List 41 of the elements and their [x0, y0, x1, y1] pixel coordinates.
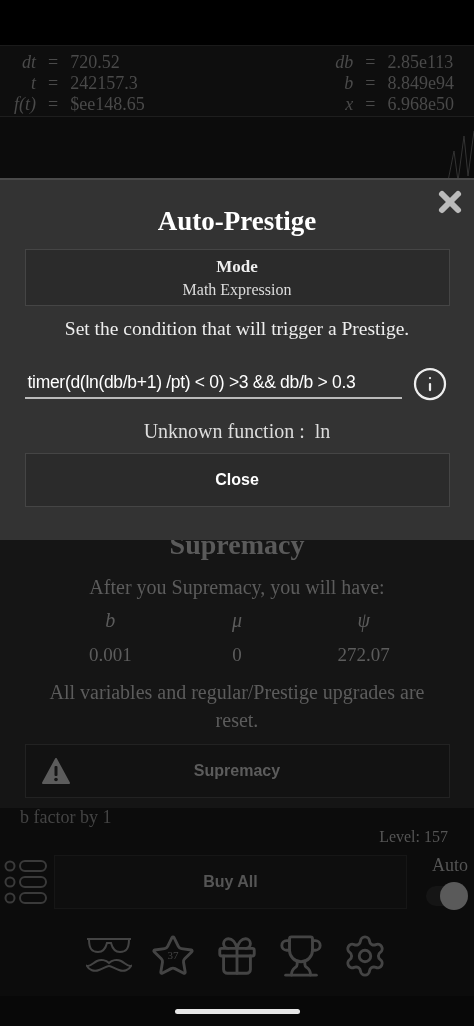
expression-field[interactable]: timer(d(ln(db/b+1) /pt) < 0) >3 && db/b > 0.3 — [24, 369, 402, 399]
info-icon[interactable] — [411, 366, 448, 402]
variable-symbol: f(t) — [14, 94, 36, 115]
variable-value: 2.85e113 — [387, 52, 454, 73]
list-icon[interactable] — [4, 859, 48, 905]
dialog-title: Auto-Prestige — [157, 206, 317, 237]
nav-button[interactable] — [277, 932, 325, 980]
equals-sign: = — [365, 73, 376, 94]
variable-value: 242157.3 — [70, 73, 139, 94]
variable-value: 8.849e94 — [387, 73, 454, 94]
supremacy-intro: After you Supremacy, you will have: — [89, 575, 385, 601]
auto-label: Auto — [432, 854, 468, 876]
mode-selector[interactable]: Mode Math Expression — [24, 249, 450, 306]
variable-value: $ee148.65 — [70, 94, 145, 115]
variable-symbol: b — [105, 609, 116, 632]
warning-icon — [41, 758, 70, 784]
equals-sign: = — [48, 94, 59, 115]
variable-symbol: db — [335, 52, 354, 73]
error-message: Unknown function : ln — [143, 420, 331, 443]
variable-symbol: x — [344, 94, 354, 115]
variable-value: 720.52 — [70, 52, 121, 73]
reset-note: All variables and regular/Prestige upgrades are reset. — [48, 680, 426, 733]
variable-symbol: μ — [231, 609, 242, 632]
equals-sign: = — [365, 52, 376, 73]
equals-sign: = — [48, 73, 59, 94]
variable-symbol: t — [30, 73, 36, 94]
close-button[interactable]: Close — [24, 453, 450, 507]
variable-symbol: dt — [21, 52, 36, 73]
upgrade-level: Level: 157 — [379, 828, 448, 846]
variable-value: 0.001 — [88, 644, 132, 666]
variable-value: 6.968e50 — [387, 94, 454, 115]
equals-sign: = — [365, 94, 376, 115]
variable-value: 272.07 — [337, 644, 390, 666]
dialog-description: Set the condition that will trigger a Prestige. — [64, 318, 410, 340]
variable-value: 0 — [232, 644, 242, 666]
upgrade-description: b factor by 1 — [20, 808, 113, 826]
trophy-icon — [278, 933, 324, 979]
supremacy-title: Supremacy — [169, 529, 305, 561]
equals-sign: = — [48, 52, 59, 73]
variable-symbol: ψ — [357, 609, 370, 632]
variable-symbol: b — [343, 73, 354, 94]
